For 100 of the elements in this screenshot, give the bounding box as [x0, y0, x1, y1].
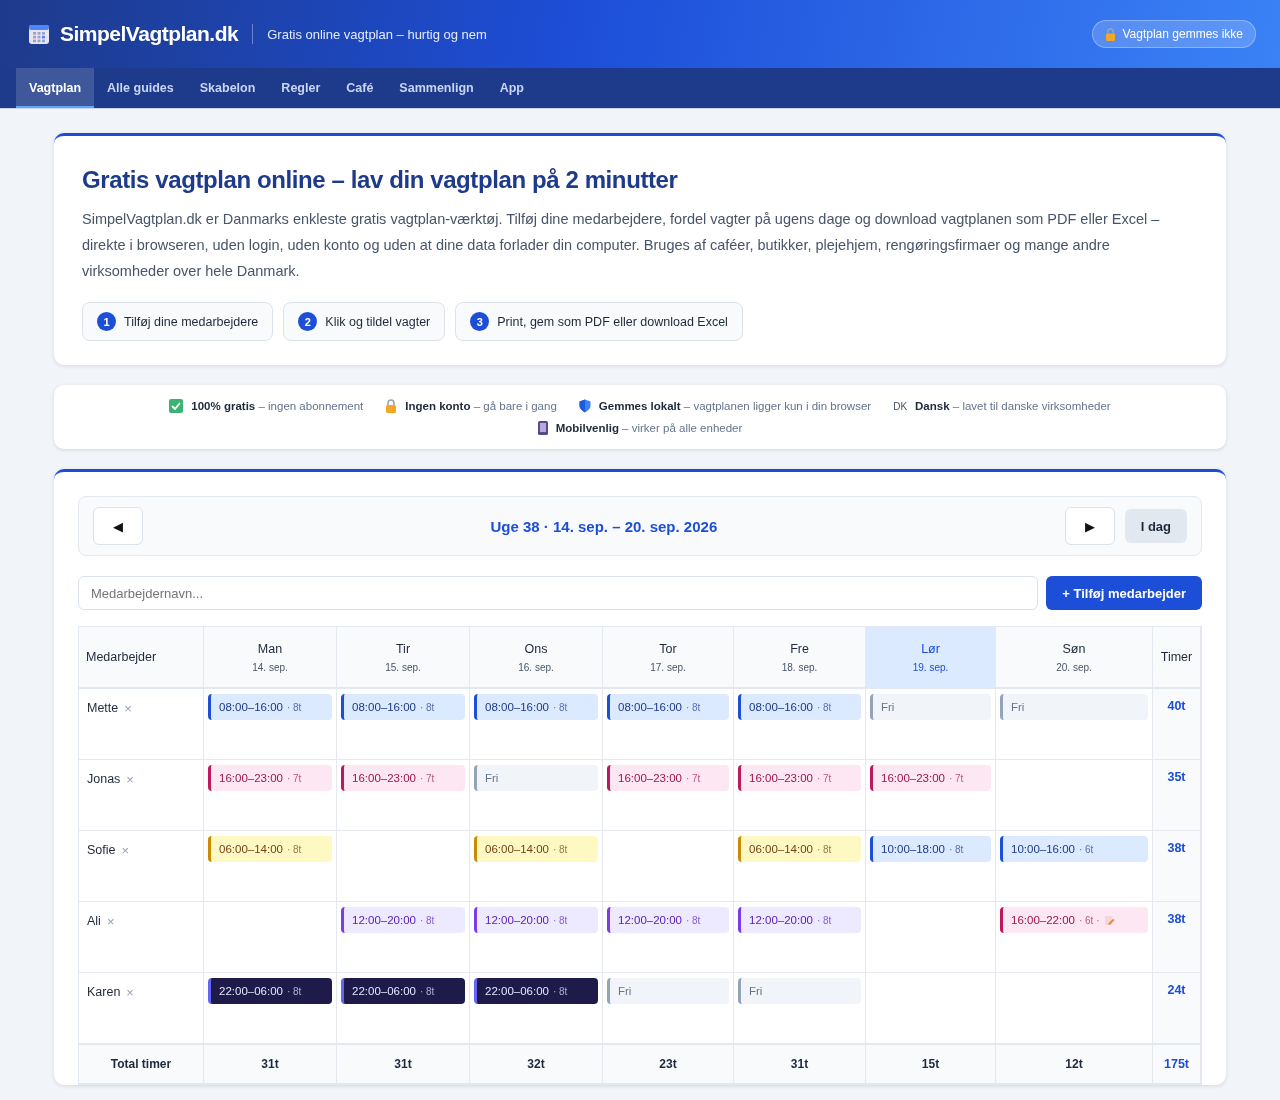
schedule-cell[interactable]: 12:00–20:00 · 8t [734, 902, 866, 973]
schedule-cell[interactable]: Fri [470, 760, 603, 831]
page-heading: Gratis vagtplan online – lav din vagtplan på 2 minutter [82, 166, 679, 194]
shift-chip[interactable]: 16:00–23:00 · 7t [870, 765, 991, 791]
day-total-hours: 23t [659, 1057, 677, 1071]
shift-chip[interactable]: 12:00–20:00 · 8t [341, 907, 465, 933]
phone-icon [537, 421, 548, 435]
schedule-cell[interactable]: 10:00–18:00 · 8t [866, 831, 996, 902]
nav-tab[interactable]: Sammenlign [386, 68, 487, 108]
schedule-cell[interactable]: 12:00–20:00 · 8t [603, 902, 734, 973]
nav-tab[interactable]: Skabelon [186, 68, 269, 108]
schedule-cell[interactable] [337, 831, 470, 902]
schedule-cell[interactable]: 22:00–06:00 · 8t [204, 973, 337, 1044]
grand-total-hours: 175t [1164, 1057, 1189, 1071]
schedule-cell[interactable]: 06:00–14:00 · 8t [204, 831, 337, 902]
shift-chip[interactable]: 06:00–14:00 · 8t [738, 836, 861, 862]
schedule-cell[interactable]: Fri [734, 973, 866, 1044]
country-code: DK [893, 400, 908, 412]
shift-chip[interactable]: 22:00–06:00 · 8t [474, 978, 598, 1004]
schedule-cell[interactable]: 08:00–16:00 · 8t [470, 689, 603, 760]
next-week-button[interactable]: ▶ [1064, 507, 1115, 545]
step-number: 1 [97, 312, 116, 331]
column-header: Timer [1160, 650, 1193, 664]
day-off-chip[interactable]: Fri [474, 765, 598, 791]
day-off-chip[interactable]: Fri [1000, 694, 1148, 720]
feature-text: Dansk – lavet til danske virksomheder [915, 400, 1111, 412]
shift-chip[interactable]: 08:00–16:00 · 8t [607, 694, 729, 720]
schedule-cell[interactable]: Fri [996, 689, 1153, 760]
schedule-cell[interactable]: 16:00–23:00 · 7t [603, 760, 734, 831]
today-button[interactable]: I dag [1124, 509, 1187, 543]
schedule-cell[interactable]: 06:00–14:00 · 8t [470, 831, 603, 902]
schedule-cell[interactable]: 16:00–23:00 · 7t [734, 760, 866, 831]
schedule-cell[interactable]: 06:00–14:00 · 8t [734, 831, 866, 902]
employee-total-hours: 40t [1167, 699, 1186, 715]
shift-chip[interactable]: 12:00–20:00 · 8t [738, 907, 861, 933]
nav-tab[interactable]: App [486, 68, 537, 108]
shift-chip[interactable]: 08:00–16:00 · 8t [208, 694, 332, 720]
add-employee-button[interactable]: + Tilføj medarbejder [1046, 576, 1202, 610]
shift-chip[interactable]: 22:00–06:00 · 8t [208, 978, 332, 1004]
shift-chip[interactable]: 06:00–14:00 · 8t [208, 836, 332, 862]
step-number: 2 [298, 312, 318, 331]
schedule-cell[interactable]: Fri [866, 689, 996, 760]
shift-chip[interactable]: 16:00–22:00 · 6t · [1000, 907, 1148, 933]
day-header: Søn 20. sep. [996, 627, 1153, 689]
nav-tab[interactable]: Café [333, 68, 387, 108]
shift-chip[interactable]: 16:00–23:00 · 7t [208, 765, 332, 791]
shift-chip[interactable]: 06:00–14:00 · 8t [474, 836, 598, 862]
shift-chip[interactable]: 08:00–16:00 · 8t [738, 694, 861, 720]
day-header: Man 14. sep. [204, 627, 337, 689]
feature-text: 100% gratis – ingen abonnement [191, 400, 364, 412]
shift-chip[interactable]: 16:00–23:00 · 7t [738, 765, 861, 791]
shift-chip[interactable]: 12:00–20:00 · 8t [474, 907, 598, 933]
schedule-cell[interactable] [866, 902, 996, 973]
employee-total-hours: 24t [1167, 983, 1186, 999]
shift-chip[interactable]: 08:00–16:00 · 8t [341, 694, 465, 720]
day-off-chip[interactable]: Fri [870, 694, 991, 720]
shift-chip[interactable]: 10:00–18:00 · 8t [870, 836, 991, 862]
schedule-cell[interactable]: 08:00–16:00 · 8t [734, 689, 866, 760]
schedule-cell[interactable] [603, 831, 734, 902]
schedule-cell[interactable]: 22:00–06:00 · 8t [337, 973, 470, 1044]
employee-name: Sofie [87, 843, 116, 857]
day-header: Fre 18. sep. [734, 627, 866, 689]
shift-chip[interactable]: 22:00–06:00 · 8t [341, 978, 465, 1004]
schedule-cell[interactable]: 10:00–16:00 · 6t [996, 831, 1153, 902]
day-header: Ons 16. sep. [470, 627, 603, 689]
schedule-cell[interactable]: 16:00–23:00 · 7t [866, 760, 996, 831]
employee-name-field[interactable]: Medarbejdernavn... [78, 576, 1039, 610]
shift-chip[interactable]: 08:00–16:00 · 8t [474, 694, 598, 720]
feature-text: Gemmes lokalt – vagtplanen ligger kun i din browser [598, 400, 872, 412]
schedule-cell[interactable]: 22:00–06:00 · 8t [470, 973, 603, 1044]
intro-paragraph: SimpelVagtplan.dk er Danmarks enkleste gratis vagtplan-værktøj. Tilføj dine medarbejdere, fordel vagter på ugens dage og download vagtplanen som PDF eller Excel – direkte i browseren, uden login, uden konto og uden at dine data forlader din computer. Bruges af caféer, butikker, plejehjem, rengøringsfirmaer og mange andre virksomheder over hele Danmark. [82, 210, 1161, 281]
lock-icon [385, 399, 398, 413]
week-label: Uge 38 · 14. sep. – 20. sep. 2026 [489, 517, 719, 535]
employee-name: Jonas [87, 772, 121, 786]
total-label: Total timer [110, 1057, 172, 1071]
nav-tab[interactable]: Vagtplan [16, 68, 95, 108]
schedule-cell[interactable] [204, 902, 337, 973]
previous-week-button[interactable]: ◀ [93, 507, 143, 545]
shift-chip[interactable]: 16:00–23:00 · 7t [607, 765, 729, 791]
schedule-cell[interactable]: 08:00–16:00 · 8t [204, 689, 337, 760]
schedule-cell[interactable]: 16:00–22:00 · 6t · [996, 902, 1153, 973]
shift-chip[interactable]: 16:00–23:00 · 7t [341, 765, 465, 791]
schedule-cell[interactable]: 12:00–20:00 · 8t [470, 902, 603, 973]
site-logo-text[interactable]: SimpelVagtplan.dk [60, 22, 239, 46]
employee-total-hours: 38t [1167, 912, 1186, 928]
day-off-chip[interactable]: Fri [607, 978, 729, 1004]
schedule-cell[interactable]: 16:00–23:00 · 7t [204, 760, 337, 831]
schedule-cell[interactable]: 12:00–20:00 · 8t [337, 902, 470, 973]
shift-chip[interactable]: 10:00–16:00 · 6t [1000, 836, 1148, 862]
day-total-hours: 15t [921, 1057, 940, 1071]
schedule-cell[interactable]: Fri [603, 973, 734, 1044]
nav-tab[interactable]: Alle guides [94, 68, 187, 108]
schedule-cell[interactable]: 08:00–16:00 · 8t [603, 689, 734, 760]
day-off-chip[interactable]: Fri [738, 978, 861, 1004]
shield-icon [578, 399, 591, 413]
schedule-cell[interactable]: 16:00–23:00 · 7t [337, 760, 470, 831]
shift-chip[interactable]: 12:00–20:00 · 8t [607, 907, 729, 933]
nav-tab[interactable]: Regler [268, 68, 334, 108]
step-label: Tilføj dine medarbejdere [124, 314, 259, 329]
schedule-cell[interactable]: 08:00–16:00 · 8t [337, 689, 470, 760]
